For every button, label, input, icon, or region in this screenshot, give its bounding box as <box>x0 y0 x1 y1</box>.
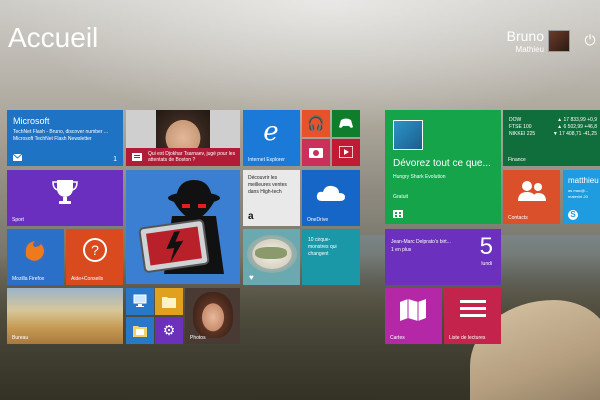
finance-row: FTSE 100 ▲ 6 502,99 +46,8 <box>509 124 597 130</box>
finance-row: DOW ▲ 17 833,99 +0,9 <box>509 117 597 123</box>
reading-label: Liste de lectures <box>449 335 486 341</box>
finance-label: Finance <box>508 157 526 163</box>
user-name[interactable]: Bruno <box>507 28 544 44</box>
tile-security-app[interactable] <box>126 170 240 284</box>
desktop-label: Bureau <box>12 335 29 341</box>
tile-food[interactable]: ♥ <box>243 229 300 285</box>
folder-icon <box>162 297 176 308</box>
mail-title: Microsoft <box>13 116 50 126</box>
tile-video[interactable] <box>332 139 360 166</box>
cloud-icon <box>316 185 345 201</box>
news-photo <box>156 110 210 150</box>
headphones-icon: 🎧 <box>307 115 325 131</box>
tile-contacts[interactable]: Contacts <box>503 170 560 224</box>
skype-icon: S <box>568 210 578 220</box>
news-icon <box>132 153 142 161</box>
mail-icon <box>13 154 22 161</box>
health-line-3: changent <box>308 251 329 257</box>
tile-settings[interactable]: ⚙ <box>155 317 183 344</box>
tile-finance[interactable]: DOW ▲ 17 833,99 +0,9 FTSE 100 ▲ 6 502,99 +… <box>503 110 600 166</box>
tile-store[interactable]: Dévorez tout ce que... Hungry Shark Evol… <box>385 110 501 224</box>
reading-list-icon <box>460 300 486 317</box>
computer-icon <box>133 294 147 307</box>
news-headline: Qui est Djokhar Tsarnaev, jugé pour les … <box>148 151 236 163</box>
tile-music[interactable]: 🎧 <box>302 110 330 137</box>
skype-sub-2: materiel.20 <box>568 194 588 199</box>
help-icon: ? <box>83 238 107 262</box>
avatar[interactable] <box>548 30 570 52</box>
video-icon <box>339 146 353 158</box>
tile-reading-list[interactable]: Liste de lectures <box>444 288 501 344</box>
tile-maps[interactable]: Cartes <box>385 288 442 344</box>
tile-skype[interactable]: matthieu as mac@... materiel.20 S <box>563 170 600 224</box>
firefox-icon <box>24 240 46 262</box>
skype-sub-1: as mac@... <box>568 188 589 193</box>
tile-amazon[interactable]: Découvrir les meilleures ventes dans Hig… <box>243 170 300 226</box>
firefox-label: Mozilla Firefox <box>12 276 45 282</box>
internet-explorer-icon: e <box>263 117 279 147</box>
calendar-day: 5 <box>479 233 493 260</box>
sport-label: Sport <box>12 217 24 223</box>
tile-firefox[interactable]: Mozilla Firefox <box>7 229 64 285</box>
photos-label: Photos <box>190 335 206 341</box>
page-title: Accueil <box>8 22 99 53</box>
mail-line-1: TechNet Flash - Bruno, discover number .… <box>13 129 109 135</box>
tile-sport[interactable]: Sport <box>7 170 123 226</box>
calendar-event: Jean-Marc Delprato's birt... <box>391 239 451 245</box>
photos-portrait <box>193 292 233 338</box>
tile-games[interactable] <box>332 110 360 137</box>
food-icon: ♥ <box>249 273 254 282</box>
tile-calendar[interactable]: Jean-Marc Delprato's birt... 1 en plus 5… <box>385 229 501 285</box>
power-icon[interactable]: ⏻ <box>582 32 598 48</box>
amazon-line-3: dans High-tech <box>248 189 282 195</box>
amazon-logo: a <box>248 211 254 222</box>
tile-documents[interactable] <box>126 317 154 344</box>
tile-photos[interactable]: Photos <box>185 288 240 344</box>
help-label: Aide+Conseils <box>71 276 104 282</box>
tile-this-pc[interactable] <box>126 288 154 315</box>
svg-text:?: ? <box>91 242 99 258</box>
mail-line-2: Microsoft TechNet Flash Newsletter <box>13 136 92 142</box>
documents-icon <box>133 326 147 337</box>
health-line-2: monstres qui <box>308 244 337 250</box>
store-app-icon <box>393 120 423 150</box>
amazon-line-1: Découvrir les <box>248 175 278 181</box>
store-icon <box>393 210 403 218</box>
user-subtitle[interactable]: Mathieu <box>516 45 544 54</box>
onedrive-label: OneDrive <box>307 217 329 223</box>
gamepad-icon <box>339 118 353 128</box>
camera-icon <box>309 148 323 158</box>
maps-label: Cartes <box>390 335 405 341</box>
tile-onedrive[interactable]: OneDrive <box>302 170 360 226</box>
tile-file-explorer[interactable] <box>155 288 183 315</box>
gear-icon: ⚙ <box>162 322 176 338</box>
ie-label: Internet Explorer <box>248 157 285 163</box>
contacts-label: Contacts <box>508 215 528 221</box>
tile-desktop[interactable]: Bureau <box>7 288 123 344</box>
tile-news[interactable]: Qui est Djokhar Tsarnaev, jugé pour les … <box>126 110 240 166</box>
tile-camera[interactable] <box>302 139 330 166</box>
food-dish <box>255 247 287 259</box>
people-icon <box>518 181 546 201</box>
calendar-more: 1 en plus <box>391 247 412 253</box>
store-price: Gratuit <box>393 194 409 200</box>
tile-mail[interactable]: Microsoft TechNet Flash - Bruno, discove… <box>7 110 123 166</box>
amazon-line-2: meilleures ventes <box>248 182 287 188</box>
mail-badge: 1 <box>113 156 117 163</box>
store-headline: Dévorez tout ce que... <box>393 158 491 169</box>
tile-internet-explorer[interactable]: e Internet Explorer <box>243 110 300 166</box>
finance-row: NIKKEI 225 ▼ 17 408,71 -41,25 <box>509 131 597 137</box>
calendar-dayname: lundi <box>481 261 492 267</box>
store-subtitle: Hungry Shark Evolution <box>393 174 446 180</box>
map-icon <box>400 299 426 321</box>
trophy-icon <box>52 180 78 204</box>
tile-health[interactable]: 10 cirque- monstres qui changent <box>302 229 360 285</box>
spy-malware-icon <box>138 180 224 274</box>
tile-help[interactable]: ? Aide+Conseils <box>66 229 123 285</box>
health-line-1: 10 cirque- <box>308 237 331 243</box>
skype-name: matthieu <box>568 176 599 185</box>
